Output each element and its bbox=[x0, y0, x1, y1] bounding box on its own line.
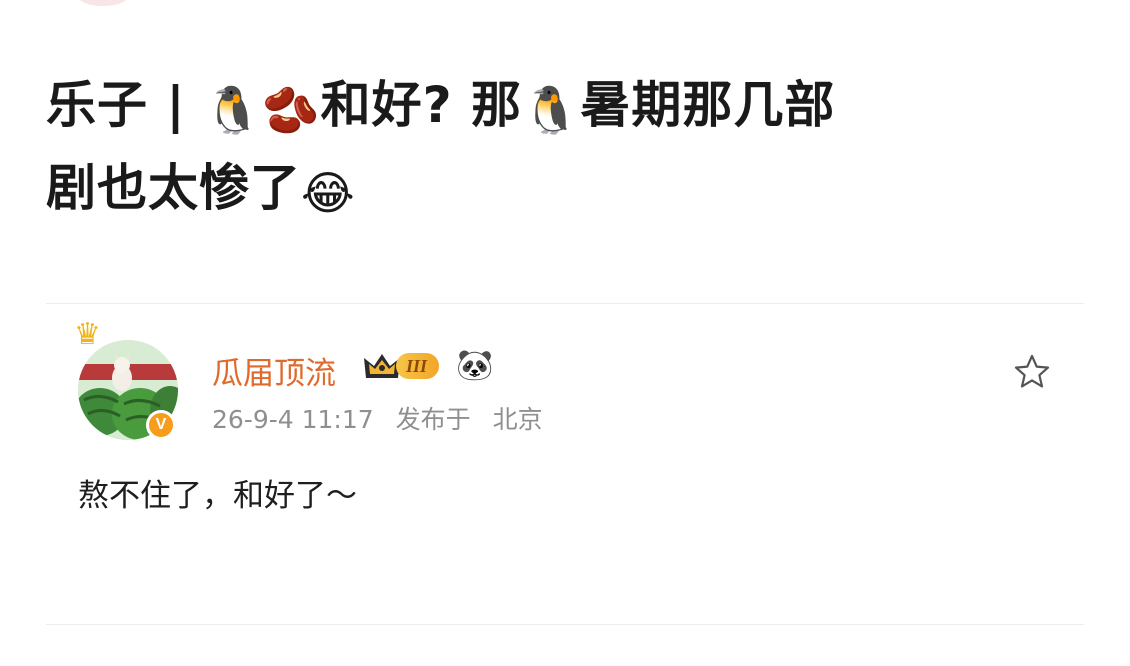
penguin-icon: 🐧 bbox=[204, 83, 263, 137]
timestamp: 26-9-4 11:17 bbox=[212, 405, 374, 434]
divider bbox=[46, 624, 1084, 625]
location: 北京 bbox=[492, 405, 543, 434]
post-title: 乐子 | 🐧🫘和好? 那🐧暑期那几部 剧也太惨了😂 bbox=[46, 66, 1046, 232]
penguin-icon: 🐧 bbox=[522, 83, 581, 137]
verified-badge-icon: V bbox=[146, 410, 176, 440]
decorative-top-fragment bbox=[78, 0, 128, 6]
post-title-text-2: 和好? 那 bbox=[320, 76, 523, 134]
favorite-button[interactable] bbox=[1012, 352, 1052, 392]
comment-text: 熬不住了，和好了～ bbox=[78, 478, 357, 514]
beans-icon: 🫘 bbox=[262, 83, 321, 137]
rank-badge: III bbox=[362, 350, 440, 382]
tears-of-joy-icon: 😂 bbox=[301, 166, 356, 220]
user-name[interactable]: 瓜届顶流 bbox=[212, 348, 336, 393]
star-outline-icon bbox=[1014, 354, 1050, 388]
post-title-text-4: 剧也太惨了 bbox=[46, 159, 301, 217]
panda-icon: 🐼 bbox=[456, 348, 494, 383]
comment-card: ♛ V 瓜届顶流 III 🐼 26-9-4 11:17 发布于 北京 熬不住了，… bbox=[46, 304, 1084, 554]
location-prefix: 发布于 bbox=[395, 405, 471, 434]
avatar[interactable]: ♛ V bbox=[74, 320, 178, 440]
post-title-text-3: 暑期那几部 bbox=[580, 76, 836, 134]
crown-icon: ♛ bbox=[74, 317, 101, 352]
post-title-text-1: 乐子 | bbox=[46, 76, 205, 134]
comment-meta: 26-9-4 11:17 发布于 北京 bbox=[212, 400, 543, 436]
rank-level: III bbox=[396, 353, 440, 379]
post-title-line-2: 剧也太惨了😂 bbox=[46, 149, 1046, 232]
post-title-line-1: 乐子 | 🐧🫘和好? 那🐧暑期那几部 bbox=[46, 66, 1046, 149]
